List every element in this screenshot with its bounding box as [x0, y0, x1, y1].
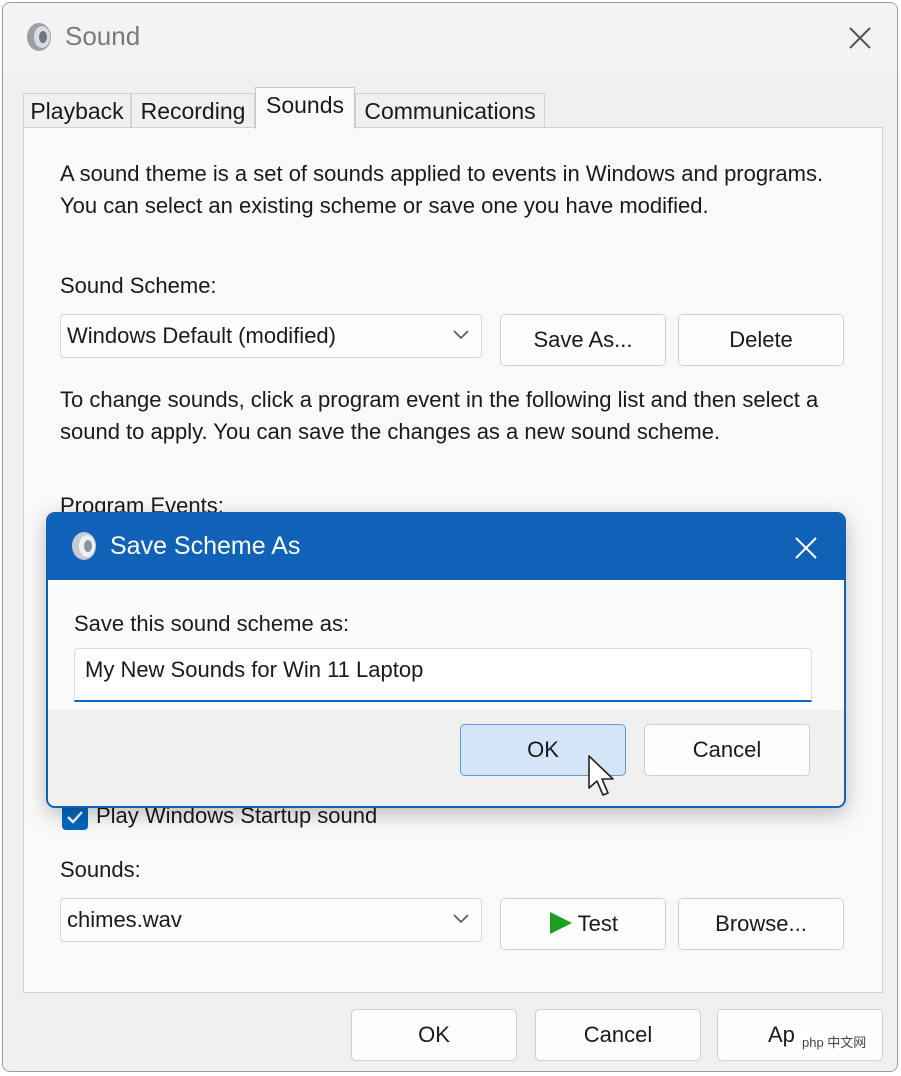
tab-sounds[interactable]: Sounds: [255, 87, 355, 129]
chevron-down-icon: [453, 914, 469, 924]
close-icon[interactable]: [792, 534, 820, 562]
window-title: Sound: [65, 21, 141, 51]
browse-button[interactable]: Browse...: [678, 898, 844, 950]
chevron-down-icon: [453, 330, 469, 340]
tab-recording[interactable]: Recording: [131, 93, 255, 129]
dialog-cancel-button[interactable]: Cancel: [644, 724, 810, 776]
speaker-icon: [27, 23, 51, 51]
play-icon: [549, 912, 572, 934]
button-bar: OK Cancel Ap: [3, 993, 897, 1071]
sound-scheme-label: Sound Scheme:: [60, 273, 217, 298]
scheme-description: A sound theme is a set of sounds applied…: [60, 161, 824, 218]
cancel-button[interactable]: Cancel: [535, 1009, 701, 1061]
sound-file-value: chimes.wav: [67, 907, 182, 932]
mouse-cursor-icon: [588, 755, 614, 796]
speaker-icon: [72, 532, 96, 560]
sound-file-dropdown[interactable]: chimes.wav: [60, 898, 482, 942]
save-as-button[interactable]: Save As...: [500, 314, 666, 366]
tab-communications[interactable]: Communications: [355, 93, 545, 129]
test-button[interactable]: Test: [500, 898, 666, 950]
title-bar: Sound: [3, 3, 897, 73]
save-prompt-label: Save this sound scheme as:: [74, 611, 350, 636]
scheme-name-input[interactable]: My New Sounds for Win 11 Laptop: [74, 648, 812, 702]
dialog-title: Save Scheme As: [110, 532, 301, 560]
delete-button[interactable]: Delete: [678, 314, 844, 366]
sound-scheme-dropdown[interactable]: Windows Default (modified): [60, 314, 482, 358]
dialog-footer: OK Cancel: [48, 710, 844, 806]
sounds-label: Sounds:: [60, 857, 141, 882]
change-sounds-instructions: To change sounds, click a program event …: [60, 387, 819, 444]
watermark: php 中文网: [798, 1030, 871, 1053]
ok-button[interactable]: OK: [351, 1009, 517, 1061]
dialog-title-bar: Save Scheme As: [48, 514, 844, 580]
test-button-label: Test: [577, 911, 619, 936]
tab-playback[interactable]: Playback: [23, 93, 131, 129]
close-icon[interactable]: [845, 23, 875, 53]
save-scheme-dialog: Save Scheme As Save this sound scheme as…: [46, 512, 846, 808]
sound-scheme-value: Windows Default (modified): [67, 323, 336, 348]
